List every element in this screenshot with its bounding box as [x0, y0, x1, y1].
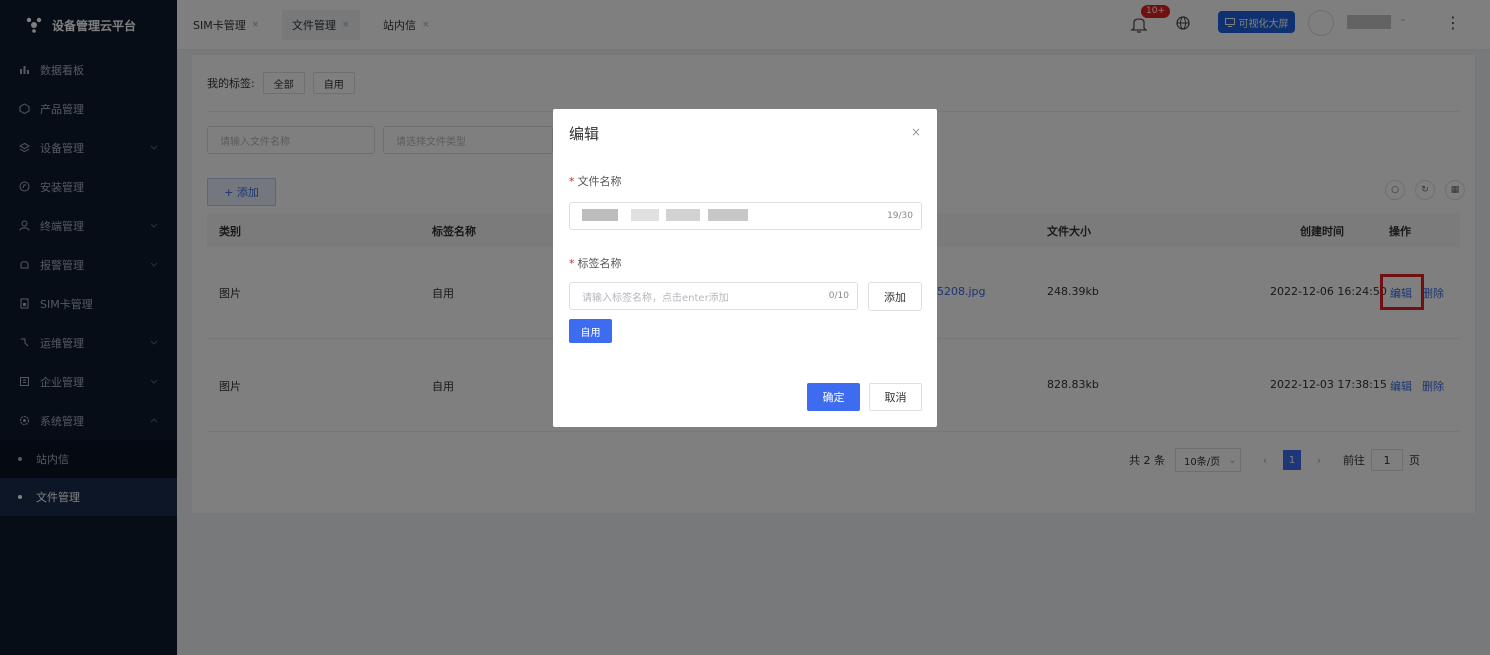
tag-name-input[interactable]: 请输入标签名称，点击enter添加 0/10 — [569, 282, 858, 310]
tag-name-label-text: 标签名称 — [577, 257, 622, 270]
tag-name-label: * 标签名称 — [569, 255, 622, 271]
redacted-block — [707, 208, 748, 221]
required-mark: * — [569, 257, 575, 270]
file-name-redacted — [582, 208, 887, 224]
confirm-button[interactable]: 确定 — [807, 383, 860, 411]
redacted-block — [582, 208, 618, 221]
cancel-button[interactable]: 取消 — [869, 383, 922, 411]
tag-placeholder: 请输入标签名称，点击enter添加 — [582, 292, 729, 304]
file-name-label-text: 文件名称 — [577, 175, 622, 188]
close-icon[interactable]: × — [911, 125, 921, 139]
tag-chip[interactable]: 自用 — [569, 319, 612, 343]
add-tag-button[interactable]: 添加 — [868, 282, 922, 311]
file-name-input[interactable]: 19/30 — [569, 202, 922, 230]
file-name-label: * 文件名称 — [569, 173, 622, 189]
edit-dialog: 编辑 × * 文件名称 19/30 * 标签名称 请输入标签名称，点击enter添加… — [553, 109, 937, 427]
char-count: 19/30 — [887, 211, 913, 221]
required-mark: * — [569, 175, 575, 188]
char-count: 0/10 — [828, 291, 849, 301]
redacted-block — [666, 208, 701, 221]
dialog-title: 编辑 — [569, 125, 600, 143]
redacted-block — [631, 208, 660, 221]
